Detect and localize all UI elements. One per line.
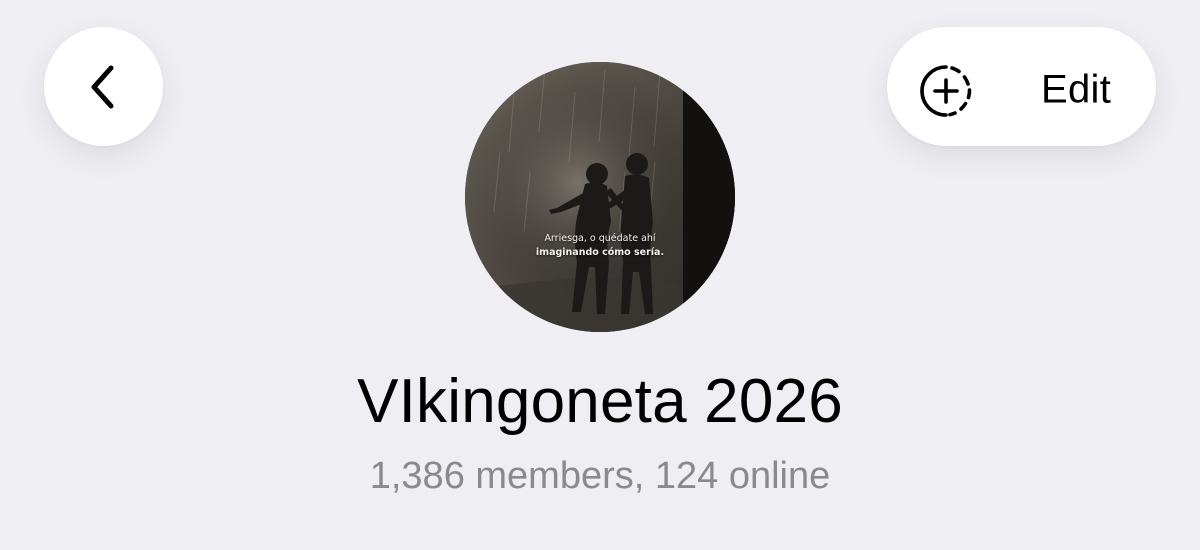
add-story-icon: [919, 64, 973, 118]
back-button[interactable]: [44, 27, 163, 146]
group-member-count: 1,386 members, 124 online: [369, 455, 831, 497]
avatar-caption-line2: imaginando cómo sería.: [535, 247, 665, 258]
avatar-photo: [465, 62, 735, 332]
edit-button[interactable]: Edit: [887, 27, 1156, 146]
group-avatar[interactable]: Arriesga, o quédate ahí imaginando cómo …: [465, 62, 735, 332]
chevron-left-icon: [84, 62, 124, 112]
avatar-caption: Arriesga, o quédate ahí imaginando cómo …: [465, 232, 735, 260]
avatar-caption-line1: Arriesga, o quédate ahí: [544, 233, 656, 244]
edit-label: Edit: [1041, 67, 1112, 112]
group-title: VIkingoneta 2026: [357, 367, 843, 436]
